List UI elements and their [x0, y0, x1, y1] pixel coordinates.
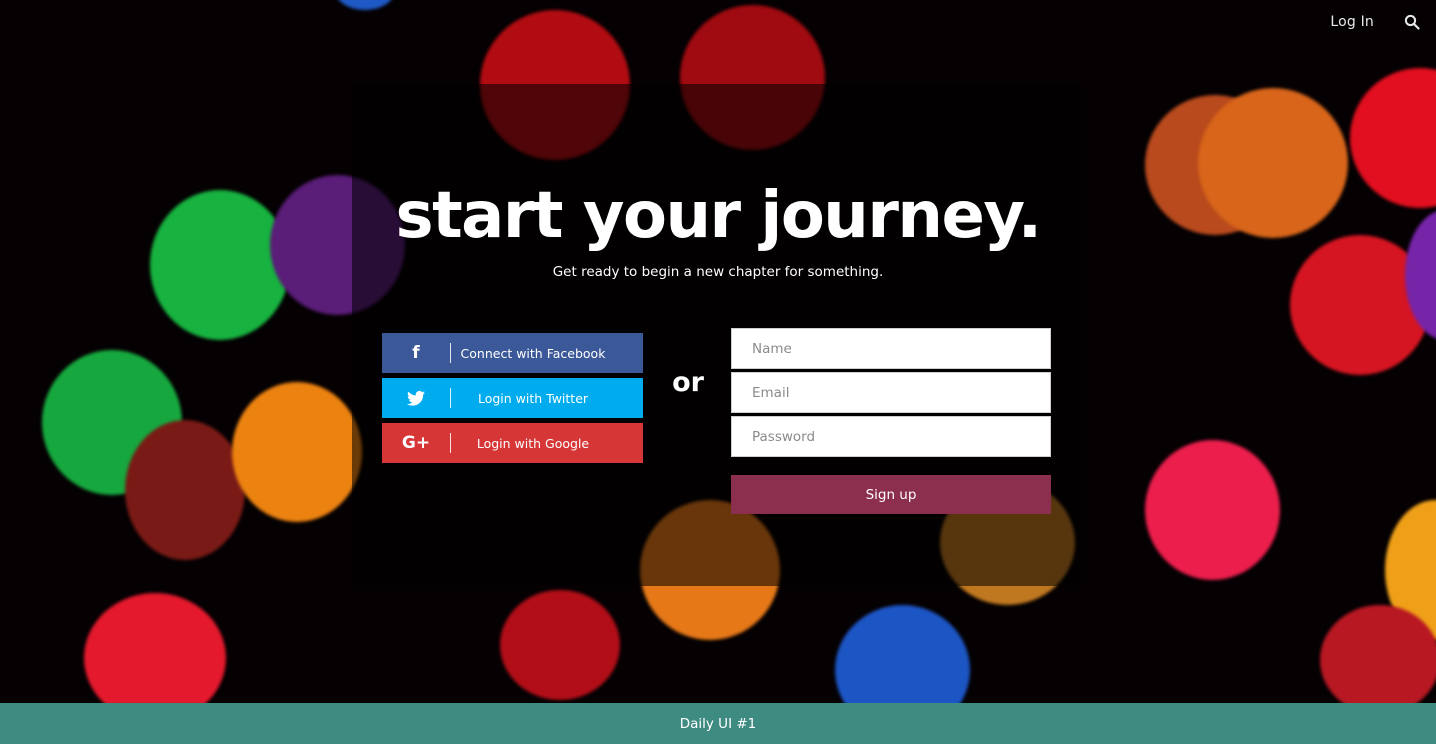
- footer-label: Daily UI #1: [679, 715, 757, 732]
- twitter-icon: [382, 378, 450, 418]
- bokeh-light: [232, 382, 362, 522]
- facebook-icon: f: [412, 343, 420, 363]
- page-title: start your journey.: [395, 179, 1042, 253]
- bokeh-light: [500, 590, 620, 700]
- search-icon[interactable]: [1404, 14, 1420, 30]
- twitter-button-label: Login with Twitter: [477, 390, 589, 406]
- footer-bar: Daily UI #1: [0, 703, 1436, 744]
- page-subtitle: Get ready to begin a new chapter for som…: [552, 264, 884, 280]
- google-login-button[interactable]: G+ Login with Google: [382, 423, 643, 463]
- bokeh-light: [1320, 605, 1436, 715]
- name-field[interactable]: [731, 328, 1051, 369]
- twitter-login-button[interactable]: Login with Twitter: [382, 378, 643, 418]
- bokeh-light: [125, 420, 245, 560]
- email-field[interactable]: [731, 372, 1051, 413]
- google-button-label: Login with Google: [476, 435, 590, 451]
- signup-button[interactable]: Sign up: [731, 475, 1051, 514]
- bokeh-light: [1145, 440, 1280, 580]
- password-field[interactable]: [731, 416, 1051, 457]
- or-divider: or: [672, 367, 704, 398]
- bokeh-light: [335, 0, 395, 10]
- login-link[interactable]: Log In: [1330, 14, 1374, 30]
- facebook-login-button[interactable]: f Connect with Facebook: [382, 333, 643, 373]
- facebook-button-label: Connect with Facebook: [460, 345, 606, 361]
- top-nav: Log In: [1330, 14, 1420, 30]
- google-plus-icon: G+: [401, 433, 431, 453]
